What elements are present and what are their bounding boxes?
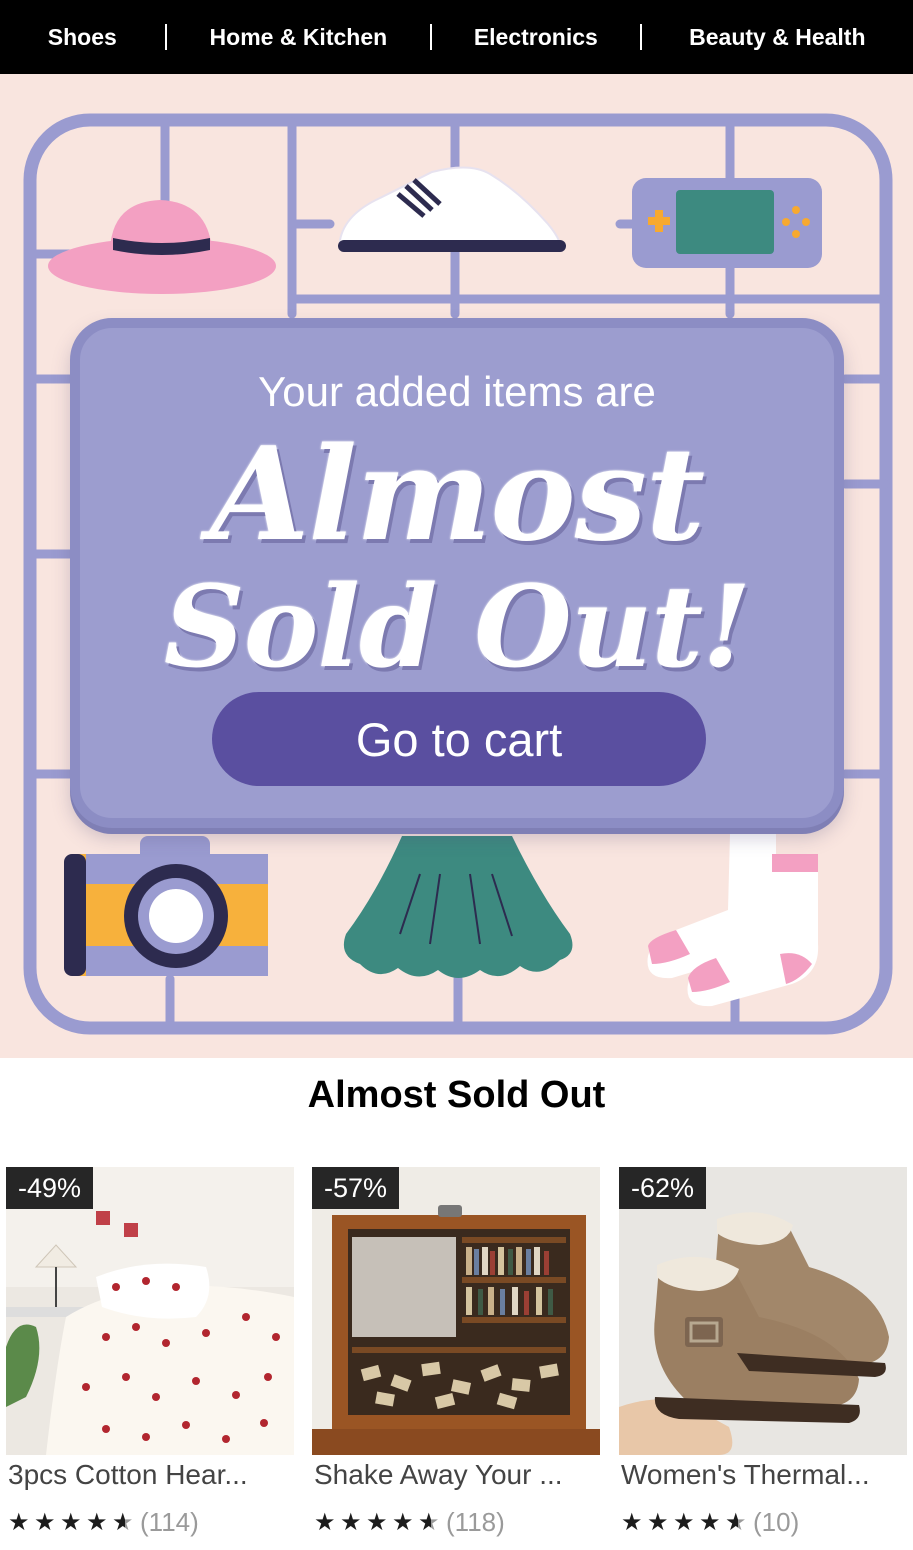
game-console-icon bbox=[632, 178, 822, 268]
star-icon: ★ bbox=[366, 1508, 388, 1536]
hero-headline-line1: Almost bbox=[210, 420, 705, 570]
star-icon: ★ bbox=[392, 1508, 414, 1536]
product-rating: ★ ★ ★ ★ ★ (10) bbox=[621, 1507, 799, 1538]
star-icon: ★ bbox=[647, 1508, 669, 1536]
star-icon: ★ bbox=[34, 1508, 56, 1536]
thermal-boots-photo-icon bbox=[619, 1167, 907, 1455]
product-card[interactable]: -62% Women's Thermal... ★ ★ ★ ★ ★ (10) bbox=[619, 1167, 907, 1550]
star-icon: ★ bbox=[8, 1508, 30, 1536]
hero-headline-line2: Sold Out! bbox=[163, 562, 751, 693]
star-icon: ★ bbox=[314, 1508, 336, 1536]
nav-item-shoes[interactable]: Shoes bbox=[0, 0, 165, 74]
product-rating: ★ ★ ★ ★ ★ (114) bbox=[8, 1507, 199, 1538]
rating-stars: ★ ★ ★ ★ ★ bbox=[314, 1508, 444, 1536]
nav-item-home-kitchen[interactable]: Home & Kitchen bbox=[167, 0, 430, 74]
dress-icon bbox=[343, 836, 573, 978]
discount-badge: -62% bbox=[619, 1167, 707, 1209]
product-card[interactable]: -49% 3pcs Cotton Hear... ★ ★ ★ ★ ★ (114) bbox=[6, 1167, 294, 1550]
camera-icon bbox=[64, 836, 268, 976]
promo-panel: Your added items are Almost Sold Out! Go… bbox=[70, 318, 844, 828]
product-card[interactable]: -57% Shake Away Your ... ★ ★ ★ ★ ★ (118) bbox=[312, 1167, 600, 1550]
review-count: (114) bbox=[140, 1507, 199, 1537]
product-title[interactable]: Shake Away Your ... bbox=[314, 1459, 604, 1491]
review-count: (118) bbox=[446, 1507, 505, 1537]
product-title[interactable]: 3pcs Cotton Hear... bbox=[8, 1459, 298, 1491]
half-star-icon: ★ bbox=[112, 1510, 138, 1535]
bedding-photo-icon bbox=[6, 1167, 294, 1455]
nav-item-electronics[interactable]: Electronics bbox=[432, 0, 640, 74]
star-icon: ★ bbox=[340, 1508, 362, 1536]
nav-item-beauty-health[interactable]: Beauty & Health bbox=[642, 0, 913, 74]
miniature-bookshelf-photo-icon bbox=[312, 1167, 600, 1455]
half-star-icon: ★ bbox=[725, 1510, 751, 1535]
discount-badge: -57% bbox=[312, 1167, 400, 1209]
star-icon: ★ bbox=[60, 1508, 82, 1536]
product-image[interactable]: -57% bbox=[312, 1167, 600, 1455]
star-icon: ★ bbox=[673, 1508, 695, 1536]
product-image[interactable]: -62% bbox=[619, 1167, 907, 1455]
category-nav: Shoes Home & Kitchen Electronics Beauty … bbox=[0, 0, 913, 74]
hero-banner[interactable]: Your added items are Almost Sold Out! Go… bbox=[0, 74, 913, 1058]
hero-subtitle: Your added items are bbox=[258, 368, 656, 415]
star-icon: ★ bbox=[621, 1508, 643, 1536]
discount-badge: -49% bbox=[6, 1167, 94, 1209]
product-title[interactable]: Women's Thermal... bbox=[621, 1459, 911, 1491]
rating-stars: ★ ★ ★ ★ ★ bbox=[8, 1508, 138, 1536]
socks-icon bbox=[647, 834, 819, 1007]
go-to-cart-button[interactable]: Go to cart bbox=[212, 692, 706, 786]
section-title: Almost Sold Out bbox=[307, 1074, 606, 1116]
sneaker-icon bbox=[338, 166, 566, 252]
hat-icon bbox=[48, 200, 276, 294]
star-icon: ★ bbox=[699, 1508, 721, 1536]
rating-stars: ★ ★ ★ ★ ★ bbox=[621, 1508, 751, 1536]
star-icon: ★ bbox=[86, 1508, 108, 1536]
half-star-icon: ★ bbox=[418, 1510, 444, 1535]
product-image[interactable]: -49% bbox=[6, 1167, 294, 1455]
product-rating: ★ ★ ★ ★ ★ (118) bbox=[314, 1507, 505, 1538]
review-count: (10) bbox=[753, 1507, 800, 1537]
